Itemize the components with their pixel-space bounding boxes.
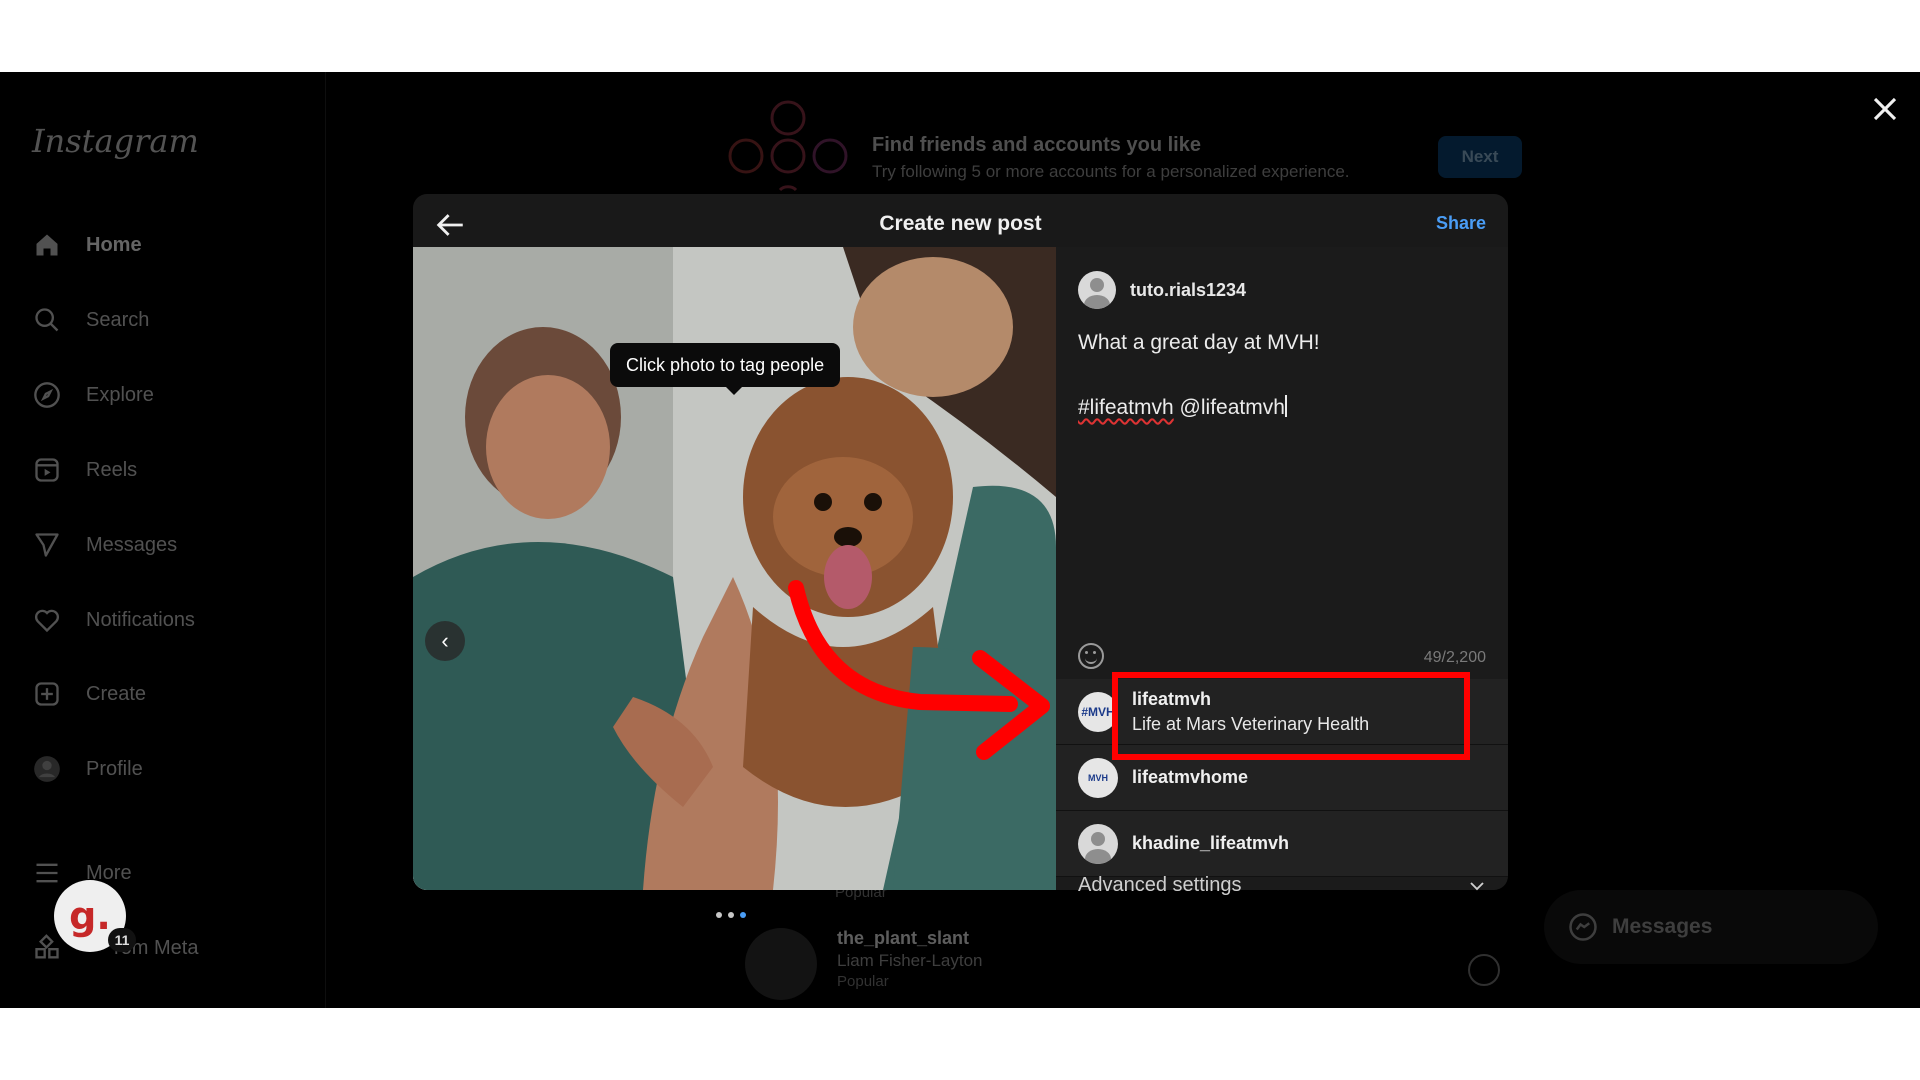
sidebar-item-label: Search xyxy=(86,308,150,331)
search-icon xyxy=(32,305,62,335)
plus-square-icon xyxy=(32,679,62,709)
mention-username: lifeatmvhome xyxy=(1132,767,1249,787)
sidebar-item-search[interactable]: Search xyxy=(32,300,149,340)
sidebar-item-home[interactable]: Home xyxy=(32,225,142,265)
author-row: tuto.rials1234 xyxy=(1078,271,1246,309)
carousel-dots xyxy=(716,912,746,918)
sidebar-item-create[interactable]: Create xyxy=(32,674,146,714)
sidebar-item-explore[interactable]: Explore xyxy=(32,375,154,415)
author-username: tuto.rials1234 xyxy=(1130,279,1247,300)
follow-checkbox[interactable] xyxy=(1468,954,1500,986)
text-caret xyxy=(1284,395,1287,417)
app-screen: Instagram Home Search Explore Reels Mess… xyxy=(0,72,1920,1008)
avatar xyxy=(745,928,817,1000)
next-button[interactable]: Next xyxy=(1438,136,1522,178)
tag-people-tooltip: Click photo to tag people xyxy=(610,343,841,395)
feed-username: the_plant_slant xyxy=(837,928,970,948)
menu-icon xyxy=(32,858,62,888)
sidebar-item-messages[interactable]: Messages xyxy=(32,525,177,565)
caption-mention: @lifeatmvh xyxy=(1173,396,1285,419)
avatar xyxy=(1078,271,1116,309)
advanced-settings-label: Advanced settings xyxy=(1078,874,1242,896)
modal-header: Create new post Share xyxy=(413,194,1508,254)
sidebar: Instagram Home Search Explore Reels Mess… xyxy=(0,72,326,1008)
profile-avatar xyxy=(32,754,62,784)
caption-hashtag: #lifeatmvh xyxy=(1078,396,1174,419)
sidebar-item-label: Reels xyxy=(86,458,138,481)
avatar: MVH xyxy=(1078,757,1118,798)
messenger-icon xyxy=(1569,913,1597,941)
emoji-icon[interactable] xyxy=(1078,643,1104,669)
avatar xyxy=(1078,823,1118,864)
feed-fullname: Liam Fisher-Layton xyxy=(837,951,983,970)
suggest-faces-illustration xyxy=(728,100,848,192)
compass-icon xyxy=(32,380,62,410)
sidebar-item-notifications[interactable]: Notifications xyxy=(32,600,195,640)
instagram-logo[interactable]: Instagram xyxy=(32,122,199,160)
list-item[interactable]: the_plant_slant Liam Fisher-Layton Popul… xyxy=(745,928,983,1000)
suggest-subtitle: Try following 5 or more accounts for a p… xyxy=(872,162,1350,181)
sidebar-item-profile[interactable]: Profile xyxy=(32,749,143,789)
notification-count-badge: 11 xyxy=(108,928,136,952)
heart-icon xyxy=(32,605,62,635)
home-icon xyxy=(32,230,62,260)
chevron-down-icon xyxy=(1470,881,1484,890)
advanced-settings-toggle[interactable]: Advanced settings xyxy=(1078,874,1486,897)
mention-username: khadine_lifeatmvh xyxy=(1132,833,1290,853)
modal-title: Create new post xyxy=(879,212,1042,235)
caption-input-line-1[interactable]: What a great day at MVH! xyxy=(1078,331,1320,355)
chevron-left-icon: ‹ xyxy=(441,628,449,653)
annotation-arrow xyxy=(788,580,1050,760)
send-icon xyxy=(32,530,62,560)
character-count: 49/2,200 xyxy=(1423,649,1486,666)
carousel-prev-button[interactable]: ‹ xyxy=(425,621,465,661)
sidebar-item-label: Profile xyxy=(86,757,143,780)
sidebar-item-reels[interactable]: Reels xyxy=(32,450,137,490)
close-icon[interactable] xyxy=(1870,94,1900,124)
mention-item-khadine[interactable]: khadine_lifeatmvh xyxy=(1056,811,1508,877)
messages-pill[interactable]: Messages xyxy=(1544,890,1878,964)
reels-icon xyxy=(32,455,62,485)
suggest-title: Find friends and accounts you like xyxy=(872,134,1201,156)
sidebar-item-label: Explore xyxy=(86,383,154,406)
grid-icon xyxy=(32,933,62,963)
sidebar-item-label: Home xyxy=(86,233,142,256)
feed-popular-label: Popular xyxy=(837,973,889,990)
sidebar-item-label: Notifications xyxy=(86,608,195,631)
share-button[interactable]: Share xyxy=(1436,213,1486,234)
messages-pill-label: Messages xyxy=(1612,915,1713,938)
caption-input-line-2[interactable]: #lifeatmvh @lifeatmvh xyxy=(1078,395,1287,420)
sidebar-item-label: Messages xyxy=(86,533,178,556)
annotation-highlight-box xyxy=(1112,672,1470,760)
sidebar-item-label: Create xyxy=(86,682,147,705)
